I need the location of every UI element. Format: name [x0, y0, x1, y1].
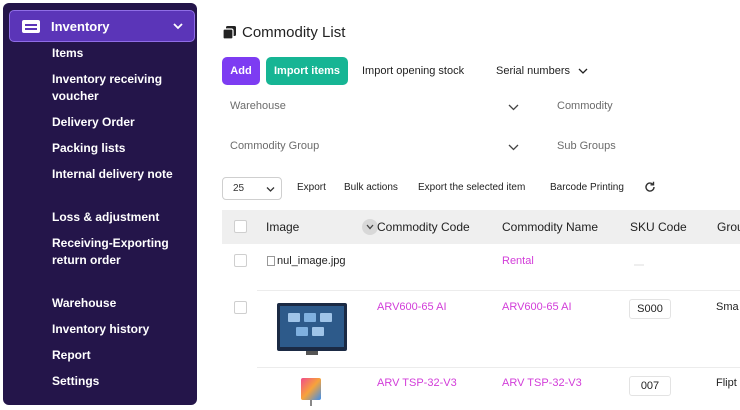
import-opening-stock-button[interactable]: Import opening stock	[362, 65, 464, 77]
group-cell: Flipt	[716, 377, 737, 389]
sidebar-item-receiving-exporting-return-order[interactable]: Receiving-Exporting return order	[52, 235, 192, 269]
row-checkbox[interactable]	[234, 254, 247, 267]
chevron-down-icon[interactable]	[508, 143, 519, 151]
sidebar-inventory-header[interactable]: Inventory	[9, 10, 195, 42]
sidebar-item-warehouse[interactable]: Warehouse	[52, 295, 192, 312]
page-title-text: Commodity List	[242, 24, 346, 41]
sidebar-item-packing-lists[interactable]: Packing lists	[52, 140, 192, 157]
sidebar-item-items[interactable]: Items	[52, 45, 192, 62]
group-cell: Sma	[716, 301, 739, 313]
sku-placeholder	[634, 264, 644, 266]
commodity-name-link[interactable]: ARV600-65 AI	[502, 301, 572, 313]
chevron-down-icon	[578, 68, 588, 75]
add-button[interactable]: Add	[222, 57, 260, 85]
commodity-filter[interactable]: Commodity	[557, 100, 613, 112]
table-toolbar: 25	[222, 177, 282, 200]
export-button[interactable]: Export	[297, 182, 326, 193]
warehouse-icon	[22, 20, 40, 33]
column-header-sku-code[interactable]: SKU Code	[630, 220, 687, 234]
broken-image: nul_image.jpg	[267, 255, 346, 267]
sidebar-item-delivery-order[interactable]: Delivery Order	[52, 114, 192, 131]
product-image-tablet	[301, 378, 321, 406]
image-alt-text: nul_image.jpg	[277, 255, 346, 267]
refresh-icon[interactable]	[644, 181, 656, 193]
commodity-group-filter[interactable]: Commodity Group	[230, 140, 319, 152]
table-header: Image Commodity Code Commodity Name SKU …	[222, 210, 740, 244]
sidebar-item-report[interactable]: Report	[52, 347, 192, 364]
commodity-code-link[interactable]: ARV TSP-32-V3	[377, 377, 457, 389]
column-header-commodity-code[interactable]: Commodity Code	[377, 220, 470, 234]
commodity-name-link[interactable]: ARV TSP-32-V3	[502, 377, 582, 389]
sub-groups-filter[interactable]: Sub Groups	[557, 140, 616, 152]
export-selected-button[interactable]: Export the selected item	[418, 182, 525, 193]
warehouse-filter[interactable]: Warehouse	[230, 100, 286, 112]
chevron-down-icon	[266, 187, 275, 192]
product-image-display	[277, 303, 347, 355]
sku-code-badge: 007	[629, 376, 671, 396]
bulk-actions-button[interactable]: Bulk actions	[344, 182, 398, 193]
broken-image-icon	[267, 256, 275, 266]
sku-code-badge: S000	[629, 299, 671, 319]
column-header-image: Image	[266, 220, 300, 234]
sidebar-item-settings[interactable]: Settings	[52, 373, 192, 390]
row-checkbox[interactable]	[234, 301, 247, 314]
sidebar-item-loss-adjustment[interactable]: Loss & adjustment	[52, 209, 192, 226]
select-all-checkbox[interactable]	[234, 220, 247, 233]
sidebar-item-inventory-receiving-voucher[interactable]: Inventory receiving voucher	[52, 71, 192, 105]
chevron-down-icon	[366, 224, 374, 230]
serial-numbers-label: Serial numbers	[496, 65, 570, 77]
copy-icon	[222, 26, 236, 40]
per-page-value: 25	[233, 183, 245, 194]
sidebar: Inventory Items Inventory receiving vouc…	[3, 3, 197, 405]
chevron-down-icon[interactable]	[172, 20, 184, 32]
import-items-button[interactable]: Import items	[266, 57, 348, 85]
sidebar-item-inventory-history[interactable]: Inventory history	[52, 321, 192, 338]
row-divider	[257, 367, 740, 368]
page-title: Commodity List	[222, 24, 345, 41]
sidebar-header-label: Inventory	[51, 18, 110, 34]
column-header-commodity-name[interactable]: Commodity Name	[502, 220, 598, 234]
commodity-name-link[interactable]: Rental	[502, 255, 534, 267]
serial-numbers-dropdown[interactable]: Serial numbers	[496, 65, 588, 77]
column-toggle-button[interactable]	[362, 219, 378, 235]
row-divider	[257, 290, 740, 291]
barcode-printing-button[interactable]: Barcode Printing	[550, 182, 624, 193]
column-header-group[interactable]: Grou	[717, 220, 740, 234]
chevron-down-icon[interactable]	[508, 103, 519, 111]
commodity-code-link[interactable]: ARV600-65 AI	[377, 301, 447, 313]
sidebar-item-internal-delivery-note[interactable]: Internal delivery note	[52, 166, 192, 183]
per-page-select[interactable]: 25	[222, 177, 282, 200]
main-content: Commodity List Add Import items Import o…	[205, 0, 740, 410]
